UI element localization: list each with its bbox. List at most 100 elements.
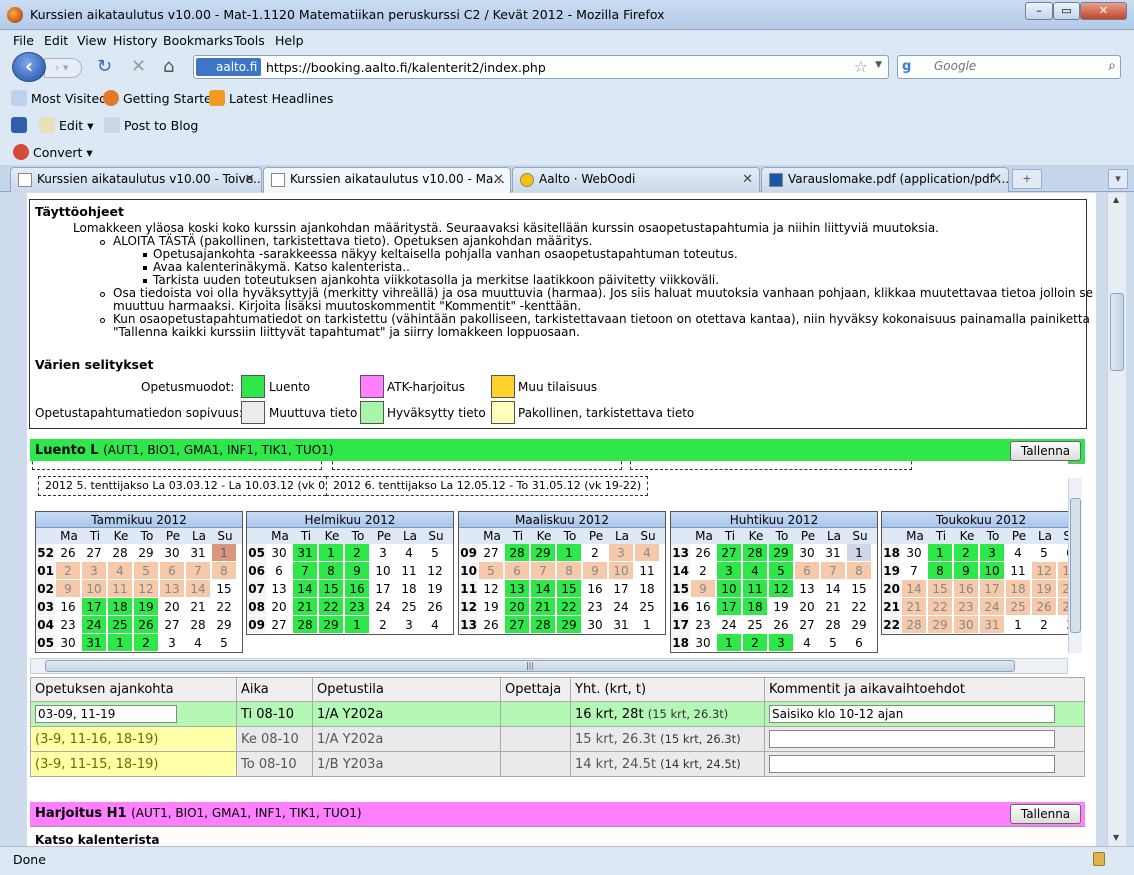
- when-cell[interactable]: (3-9, 11-15, 18-19): [30, 751, 237, 777]
- bookmark-star-icon[interactable]: ☆: [854, 57, 868, 76]
- tab-weboodi[interactable]: Aalto · WebOodi ✕: [512, 167, 760, 192]
- calendar-day[interactable]: 29: [134, 544, 159, 562]
- close-button[interactable]: ✕: [1080, 2, 1127, 20]
- week-number[interactable]: 10: [459, 562, 478, 580]
- calendar-day[interactable]: 29: [531, 544, 556, 562]
- search-icon[interactable]: ⌕: [1108, 58, 1116, 74]
- calendar-vertical-scrollbar[interactable]: [1068, 478, 1082, 653]
- calendar-day[interactable]: 6: [795, 562, 820, 580]
- calendar-day[interactable]: 25: [397, 598, 422, 616]
- when-cell[interactable]: (3-9, 11-16, 18-19): [30, 726, 237, 752]
- calendar-day[interactable]: 28: [108, 544, 133, 562]
- menu-view[interactable]: View: [77, 33, 107, 48]
- calendar-day[interactable]: 25: [743, 616, 768, 634]
- calendar-day[interactable]: 1: [847, 544, 872, 562]
- menu-history[interactable]: History: [113, 33, 157, 48]
- calendar-day[interactable]: 4: [1006, 544, 1031, 562]
- calendar-day[interactable]: 18: [108, 598, 133, 616]
- calendar-day[interactable]: 2: [345, 544, 370, 562]
- calendar-day[interactable]: 13: [267, 580, 292, 598]
- calendar-day[interactable]: 26: [1032, 598, 1057, 616]
- calendar-day[interactable]: 29: [928, 616, 953, 634]
- calendar-day[interactable]: 26: [769, 616, 794, 634]
- calendar-day[interactable]: 10: [717, 580, 742, 598]
- teacher-cell[interactable]: [500, 701, 571, 727]
- calendar-day[interactable]: 20: [160, 598, 185, 616]
- calendar-horizontal-scrollbar[interactable]: |||: [30, 658, 1068, 674]
- calendar-day[interactable]: 2: [691, 562, 716, 580]
- calendar-day[interactable]: 13: [160, 580, 185, 598]
- week-number[interactable]: 22: [882, 616, 901, 634]
- calendar-day[interactable]: 23: [583, 598, 608, 616]
- calendar-day[interactable]: 1: [635, 616, 660, 634]
- week-number[interactable]: 19: [882, 562, 901, 580]
- calendar-day[interactable]: 12: [1032, 562, 1057, 580]
- calendar-day[interactable]: 28: [531, 616, 556, 634]
- calendar-day[interactable]: 14: [293, 580, 318, 598]
- calendar-day[interactable]: 18: [635, 580, 660, 598]
- calendar-day[interactable]: 11: [397, 562, 422, 580]
- bookmark-latest-headlines[interactable]: Latest Headlines: [209, 90, 333, 106]
- calendar-day[interactable]: 21: [531, 598, 556, 616]
- calendar-day[interactable]: 20: [795, 598, 820, 616]
- calendar-day[interactable]: 25: [108, 616, 133, 634]
- calendar-day[interactable]: 2: [743, 634, 768, 652]
- room-cell[interactable]: 1/A Y202a: [312, 726, 501, 752]
- calendar-day[interactable]: 9: [56, 580, 81, 598]
- calendar-day[interactable]: 8: [928, 562, 953, 580]
- when-input[interactable]: [35, 705, 177, 723]
- calendar-day[interactable]: 4: [186, 634, 211, 652]
- week-number[interactable]: 52: [36, 544, 55, 562]
- calendar-day[interactable]: 31: [980, 616, 1005, 634]
- calendar-day[interactable]: 4: [743, 562, 768, 580]
- calendar-day[interactable]: 12: [423, 562, 448, 580]
- calendar-day[interactable]: 24: [980, 598, 1005, 616]
- calendar-day[interactable]: 29: [319, 616, 344, 634]
- calendar-day[interactable]: 16: [345, 580, 370, 598]
- calendar-day[interactable]: 30: [56, 634, 81, 652]
- calendar-day[interactable]: 2: [1032, 616, 1057, 634]
- calendar-day[interactable]: 26: [691, 544, 716, 562]
- calendar-day[interactable]: 1: [1006, 616, 1031, 634]
- calendar-day[interactable]: 10: [980, 562, 1005, 580]
- calendar-day[interactable]: 1: [557, 544, 582, 562]
- back-button[interactable]: ‹: [12, 52, 46, 82]
- calendar-day[interactable]: 1: [108, 634, 133, 652]
- calendar-day[interactable]: 19: [769, 598, 794, 616]
- calendar-day[interactable]: 22: [319, 598, 344, 616]
- week-number[interactable]: 07: [247, 580, 266, 598]
- calendar-day[interactable]: 1: [717, 634, 742, 652]
- scroll-thumb[interactable]: [1110, 293, 1124, 371]
- calendar-day[interactable]: 3: [397, 616, 422, 634]
- calendar-day[interactable]: 18: [1006, 580, 1031, 598]
- calendar-day[interactable]: 28: [505, 544, 530, 562]
- calendar-day[interactable]: 10: [371, 562, 396, 580]
- calendar-day[interactable]: 28: [821, 616, 846, 634]
- calendar-day[interactable]: 14: [902, 580, 927, 598]
- calendar-day[interactable]: 27: [267, 616, 292, 634]
- calendar-day[interactable]: 15: [847, 580, 872, 598]
- ct-button[interactable]: [11, 117, 31, 133]
- calendar-day[interactable]: 12: [134, 580, 159, 598]
- calendar-day[interactable]: 13: [1058, 562, 1068, 580]
- calendar-day[interactable]: 1: [212, 544, 237, 562]
- calendar-day[interactable]: 27: [1058, 598, 1068, 616]
- calendar-day[interactable]: 21: [902, 598, 927, 616]
- calendar-day[interactable]: 5: [769, 562, 794, 580]
- calendar-day[interactable]: 1: [345, 616, 370, 634]
- week-number[interactable]: 20: [882, 580, 901, 598]
- tab-pdf[interactable]: Varauslomake.pdf (application/pdf ... ✕: [761, 167, 1009, 192]
- calendar-day[interactable]: 26: [56, 544, 81, 562]
- scroll-thumb[interactable]: |||: [45, 660, 1015, 672]
- calendar-day[interactable]: 23: [954, 598, 979, 616]
- calendar-day[interactable]: 24: [82, 616, 107, 634]
- calendar-day[interactable]: 27: [795, 616, 820, 634]
- calendar-day[interactable]: 8: [319, 562, 344, 580]
- calendar-day[interactable]: 11: [1006, 562, 1031, 580]
- calendar-day[interactable]: 23: [345, 598, 370, 616]
- tab-toive[interactable]: Kurssien aikataulutus v10.00 - Toive... ✕: [10, 167, 262, 192]
- calendar-day[interactable]: 4: [397, 544, 422, 562]
- calendar-day[interactable]: 2: [134, 634, 159, 652]
- post-to-blog-button[interactable]: Post to Blog: [104, 117, 198, 133]
- scroll-up-icon[interactable]: ▲: [1113, 195, 1119, 204]
